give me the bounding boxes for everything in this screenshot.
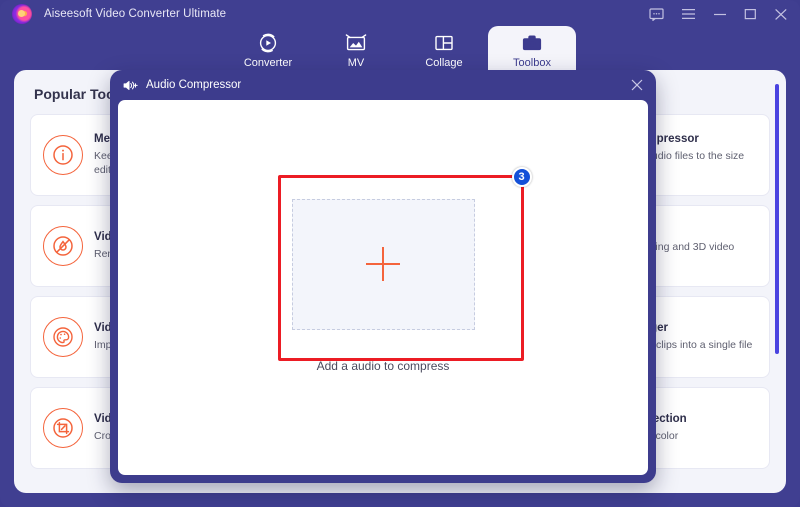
audio-dropzone[interactable] [291, 198, 475, 330]
converter-icon [257, 32, 279, 54]
dialog-title-bar: Audio Compressor [110, 70, 656, 100]
dropzone-caption: Add a audio to compress [316, 358, 450, 373]
audio-compressor-dialog: Audio Compressor 3 Add a audio to compre… [110, 70, 656, 483]
tab-toolbox[interactable]: Toolbox [488, 26, 576, 74]
collage-icon [433, 32, 455, 54]
close-icon[interactable] [774, 8, 788, 21]
mv-icon [345, 32, 367, 54]
dialog-body: 3 Add a audio to compress [118, 100, 648, 475]
tab-mv-label: MV [347, 56, 365, 69]
app-title: Aiseesoft Video Converter Ultimate [44, 8, 227, 20]
menu-icon[interactable] [681, 8, 696, 20]
watermark-remover-icon [43, 226, 83, 266]
annotation-badge: 3 [511, 166, 532, 187]
main-tab-bar: Converter MV Collage Toolbox [0, 26, 800, 74]
tab-collage-label: Collage [425, 56, 463, 69]
dialog-title: Audio Compressor [146, 79, 242, 91]
window-controls [649, 0, 788, 28]
speaker-plus-icon [123, 79, 138, 92]
tab-mv[interactable]: MV [312, 26, 400, 74]
vertical-scrollbar[interactable] [775, 84, 779, 476]
palette-icon [43, 317, 83, 357]
crop-icon [43, 408, 83, 448]
dropzone-wrapper: 3 Add a audio to compress [277, 166, 532, 373]
tab-converter-label: Converter [243, 56, 293, 69]
toolbox-icon [521, 32, 543, 54]
title-bar: Aiseesoft Video Converter Ultimate [0, 0, 800, 28]
plus-icon [366, 247, 400, 281]
info-circle-icon [43, 135, 83, 175]
aiseesoft-logo-icon [12, 4, 32, 24]
tab-toolbox-label: Toolbox [513, 56, 551, 69]
tab-converter[interactable]: Converter [224, 26, 312, 74]
dialog-close-icon[interactable] [628, 76, 646, 94]
minimize-icon[interactable] [713, 8, 727, 20]
tab-collage[interactable]: Collage [400, 26, 488, 74]
scrollbar-thumb[interactable] [775, 84, 779, 354]
maximize-icon[interactable] [744, 8, 757, 20]
feedback-icon[interactable] [649, 7, 664, 22]
application-window: Aiseesoft Video Converter Ultimate Conve… [0, 0, 800, 507]
